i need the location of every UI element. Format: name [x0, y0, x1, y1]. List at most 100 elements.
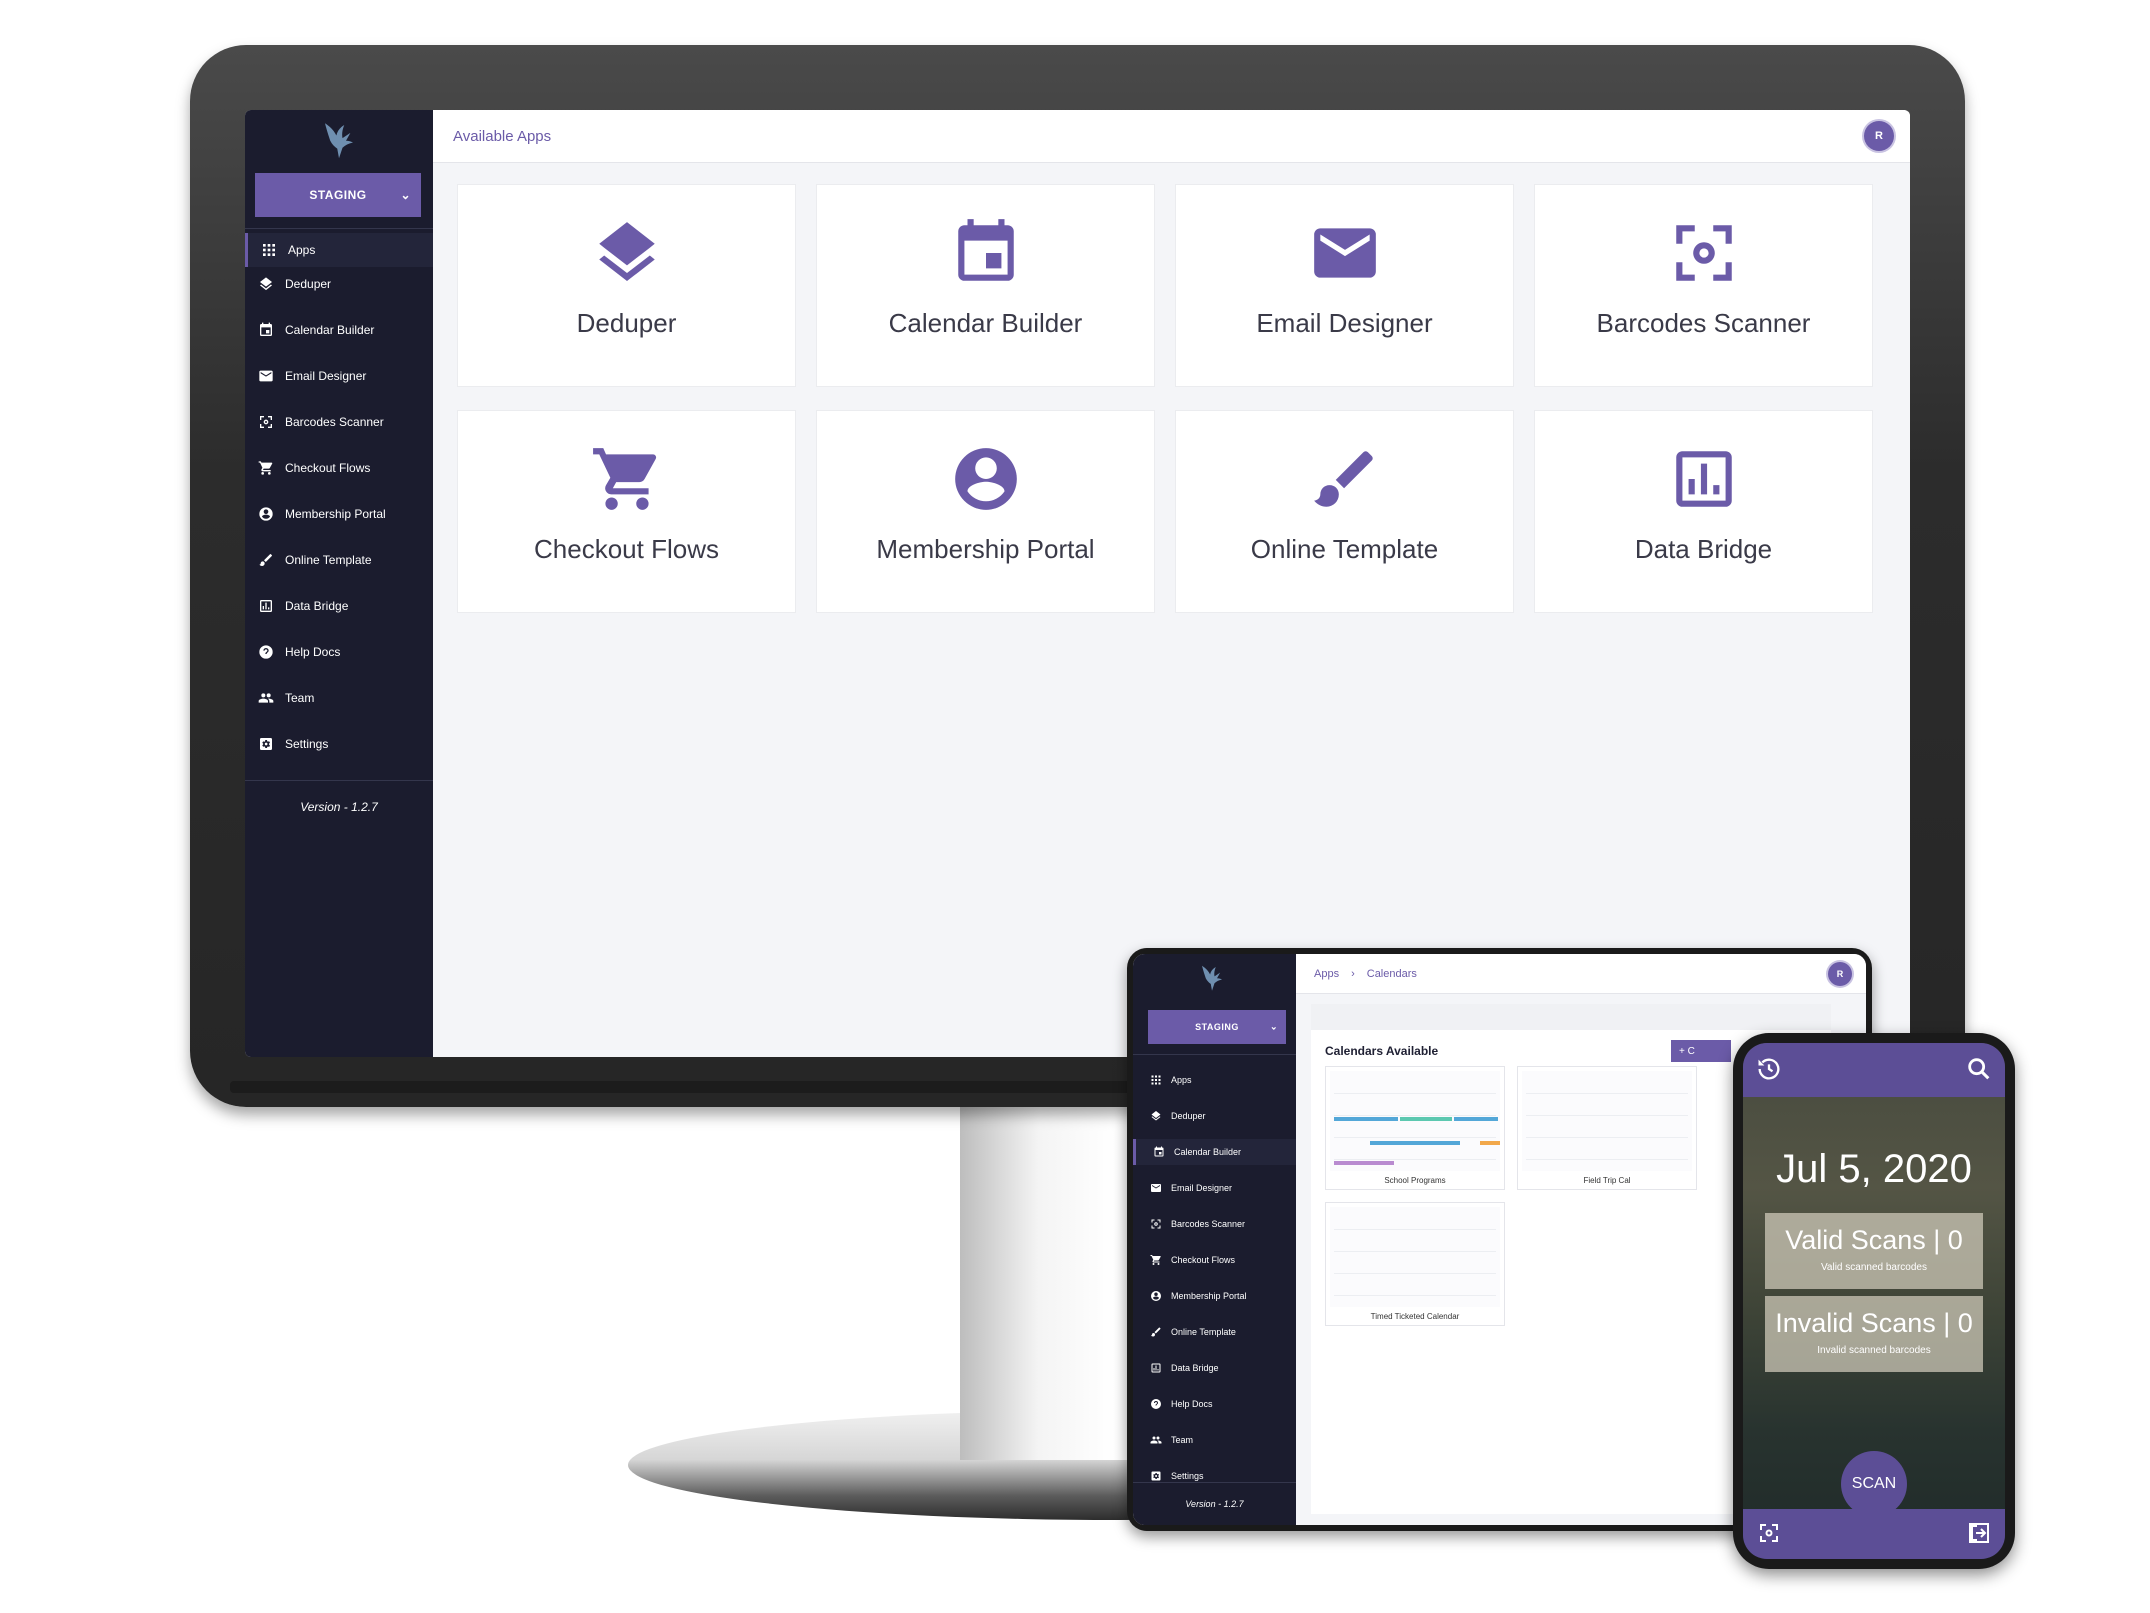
sidebar-item-label: Membership Portal	[1171, 1291, 1247, 1301]
sidebar-item-online-template[interactable]: Online Template	[1133, 1319, 1296, 1345]
sidebar-divider	[245, 228, 433, 229]
avatar[interactable]: R	[1864, 121, 1894, 151]
valid-scans-subtitle: Valid scanned barcodes	[1821, 1262, 1927, 1273]
sidebar-item-barcodes-scanner[interactable]: Barcodes Scanner	[1133, 1211, 1296, 1237]
sidebar-item-label: Team	[1171, 1435, 1194, 1445]
sidebar-item-team[interactable]: Team	[1133, 1427, 1296, 1453]
tablet-sidebar: STAGING ⌄ Apps Deduper Calendar Builder …	[1133, 954, 1296, 1525]
scan-button[interactable]: SCAN	[1841, 1451, 1907, 1517]
breadcrumb[interactable]: Available Apps	[453, 128, 551, 145]
sidebar-item-label: Calendar Builder	[1174, 1147, 1242, 1157]
sidebar-item-apps[interactable]: Apps	[1133, 1067, 1296, 1093]
version-label: Version - 1.2.7	[1185, 1499, 1244, 1509]
search-icon[interactable]	[1965, 1055, 1993, 1083]
layers-icon	[590, 216, 664, 290]
sidebar-item-deduper[interactable]: Deduper	[245, 267, 433, 301]
app-card-calendar-builder[interactable]: Calendar Builder	[816, 184, 1155, 387]
tablet-topbar: Apps › Calendars R	[1296, 954, 1866, 994]
sidebar-item-label: Apps	[1171, 1075, 1192, 1085]
sidebar-divider	[1133, 1482, 1296, 1483]
environment-select[interactable]: STAGING ⌄	[255, 173, 421, 217]
scanner-app-screen: Jul 5, 2020 Valid Scans | 0 Valid scanne…	[1743, 1043, 2005, 1559]
sidebar-item-checkout-flows[interactable]: Checkout Flows	[1133, 1247, 1296, 1273]
sidebar-item-team[interactable]: Team	[245, 681, 433, 715]
invalid-scans-card[interactable]: Invalid Scans | 0 Invalid scanned barcod…	[1765, 1296, 1983, 1372]
panel-toolbar	[1311, 1004, 1831, 1030]
settings-icon	[257, 735, 275, 753]
sidebar-item-deduper[interactable]: Deduper	[1133, 1103, 1296, 1129]
cart-icon	[590, 442, 664, 516]
sidebar-item-data-bridge[interactable]: Data Bridge	[245, 589, 433, 623]
app-card-title: Email Designer	[1256, 308, 1433, 338]
breadcrumb-apps[interactable]: Apps	[1314, 968, 1339, 980]
chart-icon	[1149, 1361, 1163, 1375]
history-icon[interactable]	[1755, 1055, 1783, 1083]
sidebar-item-calendar-builder[interactable]: Calendar Builder	[245, 313, 433, 347]
app-grid: Deduper Calendar Builder Email Designer …	[457, 184, 1873, 613]
app-card-title: Deduper	[576, 308, 677, 338]
account-icon	[257, 505, 275, 523]
sidebar-item-help-docs[interactable]: Help Docs	[1133, 1391, 1296, 1417]
app-card-title: Checkout Flows	[534, 534, 719, 564]
sidebar-item-settings[interactable]: Settings	[1133, 1463, 1296, 1489]
valid-scans-card[interactable]: Valid Scans | 0 Valid scanned barcodes	[1765, 1213, 1983, 1289]
sidebar-item-checkout-flows[interactable]: Checkout Flows	[245, 451, 433, 485]
scan-icon	[257, 413, 275, 431]
app-card-title: Data Bridge	[1634, 534, 1773, 564]
chevron-down-icon: ⌄	[1269, 1021, 1278, 1032]
page-title: Calendars Available	[1325, 1044, 1439, 1058]
version-label: Version - 1.2.7	[300, 800, 378, 814]
app-card-online-template[interactable]: Online Template	[1175, 410, 1514, 613]
settings-icon	[1149, 1469, 1163, 1483]
sidebar-item-label: Online Template	[285, 553, 372, 567]
sidebar-item-label: Email Designer	[1171, 1183, 1233, 1193]
sidebar-item-barcodes-scanner[interactable]: Barcodes Scanner	[245, 405, 433, 439]
calendar-card-field-trip[interactable]: Field Trip Cal	[1517, 1066, 1697, 1190]
scan-icon[interactable]	[1757, 1521, 1781, 1545]
app-card-email-designer[interactable]: Email Designer	[1175, 184, 1514, 387]
invalid-scans-subtitle: Invalid scanned barcodes	[1817, 1345, 1931, 1356]
calendar-card-timed-ticketed[interactable]: Timed Ticketed Calendar	[1325, 1202, 1505, 1326]
sidebar-item-online-template[interactable]: Online Template	[245, 543, 433, 577]
calendar-card-title: School Programs	[1384, 1176, 1446, 1185]
sidebar-item-settings[interactable]: Settings	[245, 727, 433, 761]
scan-icon	[1667, 216, 1741, 290]
app-card-membership-portal[interactable]: Membership Portal	[816, 410, 1155, 613]
hummingbird-logo-icon[interactable]	[1197, 962, 1227, 992]
breadcrumb-calendars[interactable]: Calendars	[1367, 968, 1417, 980]
calendar-icon	[257, 321, 275, 339]
app-card-checkout-flows[interactable]: Checkout Flows	[457, 410, 796, 613]
sidebar-item-membership-portal[interactable]: Membership Portal	[245, 497, 433, 531]
grid-icon	[1149, 1073, 1163, 1087]
avatar[interactable]: R	[1828, 962, 1852, 986]
sidebar-item-membership-portal[interactable]: Membership Portal	[1133, 1283, 1296, 1309]
sidebar-item-calendar-builder[interactable]: Calendar Builder	[1133, 1139, 1296, 1165]
sidebar-item-email-designer[interactable]: Email Designer	[245, 359, 433, 393]
brush-icon	[1149, 1325, 1163, 1339]
sidebar-item-label: Deduper	[1171, 1111, 1206, 1121]
sidebar-item-label: Help Docs	[1171, 1399, 1213, 1409]
sidebar-item-apps[interactable]: Apps	[245, 233, 433, 267]
chart-icon	[1667, 442, 1741, 516]
scan-icon	[1149, 1217, 1163, 1231]
app-card-data-bridge[interactable]: Data Bridge	[1534, 410, 1873, 613]
sidebar-item-label: Barcodes Scanner	[1171, 1219, 1246, 1229]
sidebar-item-help-docs[interactable]: Help Docs	[245, 635, 433, 669]
environment-label: STAGING	[1195, 1022, 1239, 1032]
sidebar-item-email-designer[interactable]: Email Designer	[1133, 1175, 1296, 1201]
environment-select[interactable]: STAGING ⌄	[1148, 1010, 1286, 1044]
hummingbird-logo-icon[interactable]	[317, 118, 361, 160]
calendar-card-school-programs[interactable]: School Programs	[1325, 1066, 1505, 1190]
app-card-deduper[interactable]: Deduper	[457, 184, 796, 387]
add-calendar-button[interactable]: + C	[1671, 1040, 1731, 1062]
app-card-barcodes-scanner[interactable]: Barcodes Scanner	[1534, 184, 1873, 387]
app-card-title: Membership Portal	[876, 534, 1095, 564]
sidebar-item-label: Checkout Flows	[1171, 1255, 1236, 1265]
sidebar-item-label: Online Template	[1171, 1327, 1236, 1337]
sidebar-item-label: Calendar Builder	[285, 323, 375, 337]
sidebar-item-data-bridge[interactable]: Data Bridge	[1133, 1355, 1296, 1381]
sidebar-item-label: Email Designer	[285, 369, 367, 383]
brush-icon	[257, 551, 275, 569]
calendar-thumbnail	[1330, 1207, 1500, 1307]
logout-icon[interactable]	[1967, 1521, 1991, 1545]
